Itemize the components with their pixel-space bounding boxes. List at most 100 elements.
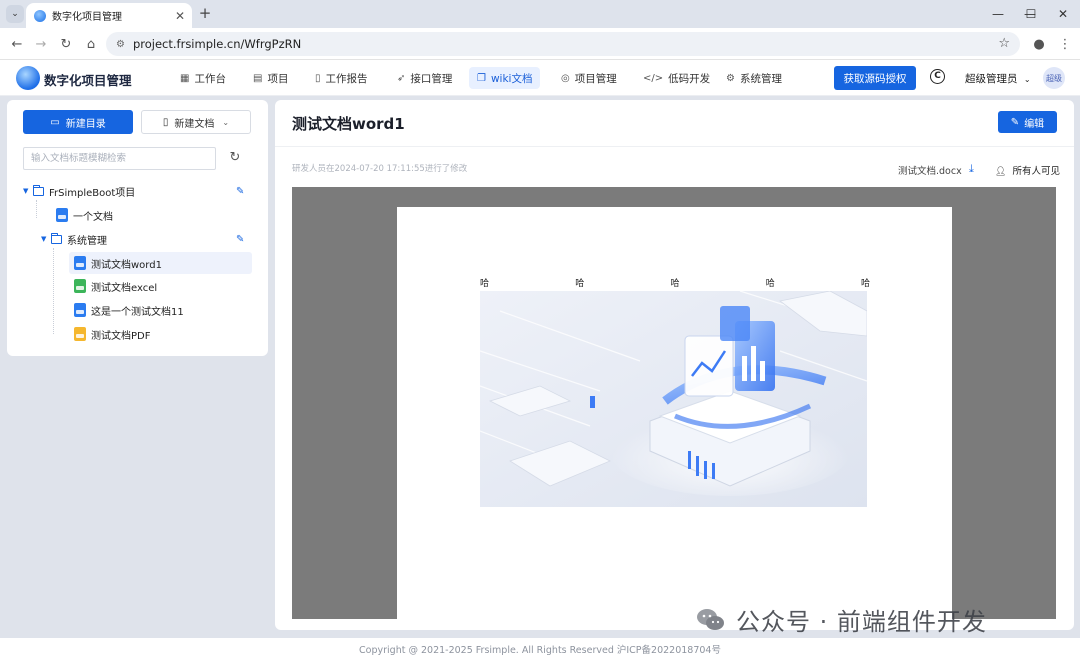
site-info-icon[interactable]: ⚙ bbox=[116, 39, 125, 50]
tree-node-label: 测试文档excel bbox=[91, 282, 158, 294]
forward-arrow-icon[interactable]: → bbox=[32, 35, 50, 53]
doc-tree-panel: ▭ 新建目录 ▯ 新建文档 ⌄ ↻ ▼ FrSimpleBoot项目 ✎ 一个文… bbox=[7, 100, 268, 356]
nav-label: 项目管理 bbox=[574, 72, 617, 85]
nav-label: 工作台 bbox=[194, 72, 226, 85]
pdf-file-icon bbox=[74, 327, 86, 341]
folder-icon bbox=[51, 232, 62, 244]
tree-node-label: 一个文档 bbox=[73, 211, 113, 223]
tree-node-word1[interactable]: 测试文档word1 bbox=[69, 252, 252, 274]
nav-label: 项目 bbox=[267, 72, 289, 85]
favicon-icon bbox=[34, 9, 46, 22]
new-document-label: 新建文档 bbox=[174, 118, 215, 130]
tree-node-label: 测试文档PDF bbox=[91, 330, 151, 342]
nav-api-management[interactable]: ➶ 接口管理 bbox=[389, 67, 460, 89]
wechat-icon bbox=[697, 608, 724, 630]
browser-tab[interactable]: 数字化项目管理 ✕ bbox=[26, 3, 192, 28]
nav-system-management[interactable]: ⚙ 系统管理 bbox=[718, 67, 790, 89]
tree-node-excel[interactable]: 测试文档excel bbox=[69, 275, 252, 297]
get-source-license-button[interactable]: 获取源码授权 bbox=[834, 66, 916, 90]
tree-node-doc11[interactable]: 这是一个测试文档11 bbox=[69, 299, 252, 321]
logo-icon bbox=[16, 66, 40, 90]
page-title: 测试文档word1 bbox=[292, 115, 405, 133]
doc-search-input[interactable] bbox=[23, 147, 216, 170]
user-menu[interactable]: 超级管理员 ⌄ bbox=[965, 71, 1031, 86]
new-directory-label: 新建目录 bbox=[65, 118, 106, 130]
edit-label: 编辑 bbox=[1024, 118, 1045, 130]
tree-node-label: 系统管理 bbox=[67, 235, 107, 247]
page-text: 哈 bbox=[670, 279, 680, 289]
new-directory-button[interactable]: ▭ 新建目录 bbox=[23, 110, 133, 134]
user-name: 超级管理员 bbox=[965, 73, 1018, 85]
nav-workbench[interactable]: ▦ 工作台 bbox=[172, 67, 234, 89]
url-omnibox[interactable]: ⚙ project.frsimple.cn/WfrgPzRN ☆ bbox=[106, 32, 1020, 56]
nav-projects[interactable]: ▤ 项目 bbox=[245, 67, 296, 89]
user-icon: 👤︎ bbox=[995, 167, 1007, 177]
window-close-icon[interactable]: ✕ bbox=[1048, 4, 1078, 24]
more-menu-icon[interactable]: ⋮ bbox=[1056, 35, 1074, 53]
document-viewer[interactable]: 哈 哈 哈 哈 哈 bbox=[292, 187, 1056, 627]
document-page: 哈 哈 哈 哈 哈 bbox=[397, 207, 952, 627]
tree-node-root[interactable]: ▼ FrSimpleBoot项目 bbox=[23, 180, 253, 202]
window-minimize-icon[interactable]: — bbox=[983, 4, 1013, 24]
nav-work-report[interactable]: ▯ 工作报告 bbox=[307, 67, 376, 89]
chevron-down-icon: ⌄ bbox=[222, 117, 230, 127]
window-maximize-icon[interactable]: ☐ bbox=[1016, 4, 1046, 24]
watermark-text: 公众号 · 前端组件开发 bbox=[736, 608, 987, 636]
back-arrow-icon[interactable]: ← bbox=[8, 35, 26, 53]
file-name-link[interactable]: 测试文档.docx bbox=[898, 163, 962, 177]
new-tab-icon[interactable]: + bbox=[197, 5, 213, 21]
bookmark-star-icon[interactable]: ☆ bbox=[998, 36, 1010, 51]
new-document-button[interactable]: ▯ 新建文档 ⌄ bbox=[141, 110, 251, 134]
edit-pencil-icon[interactable]: ✎ bbox=[236, 186, 246, 197]
edit-pencil-icon: ✎ bbox=[1010, 116, 1020, 128]
nav-label: 接口管理 bbox=[410, 72, 453, 85]
download-icon[interactable]: ⤓ bbox=[969, 162, 974, 176]
modified-meta: 研发人员在2024-07-20 17:11:55进行了修改 bbox=[292, 164, 468, 174]
code-icon: </> bbox=[643, 72, 664, 84]
home-icon[interactable]: ⌂ bbox=[82, 35, 100, 53]
gear-icon: ⚙ bbox=[726, 72, 735, 84]
copyright-icon[interactable]: C bbox=[930, 69, 945, 84]
page-text: 哈 bbox=[480, 279, 490, 289]
tree-node-pdf[interactable]: 测试文档PDF bbox=[69, 323, 252, 345]
edit-button[interactable]: ✎ 编辑 bbox=[998, 111, 1057, 133]
refresh-icon[interactable]: ↻ bbox=[227, 150, 243, 166]
tree-node-folder[interactable]: ▼ 系统管理 bbox=[41, 228, 253, 250]
tab-search-chevron-icon[interactable]: ⌄ bbox=[6, 5, 24, 23]
tree-guide bbox=[36, 200, 37, 218]
tree-node-label: 测试文档word1 bbox=[91, 259, 162, 271]
tab-title: 数字化项目管理 bbox=[52, 12, 122, 23]
brand-name: 数字化项目管理 bbox=[44, 73, 132, 88]
tab-close-icon[interactable]: ✕ bbox=[172, 9, 188, 23]
page-text-row: 哈 哈 哈 哈 哈 bbox=[480, 276, 870, 289]
caret-down-icon: ▼ bbox=[41, 235, 47, 243]
word-file-icon bbox=[74, 256, 86, 270]
page-text: 哈 bbox=[765, 279, 775, 289]
tree-guide bbox=[53, 248, 54, 334]
folder-icon: ▭ bbox=[50, 116, 60, 128]
nav-project-management[interactable]: ◎ 项目管理 bbox=[553, 67, 625, 89]
permission-label: 所有人可见 bbox=[1012, 166, 1060, 177]
permission-toggle[interactable]: 👤︎ 所有人可见 bbox=[995, 163, 1060, 177]
divider bbox=[275, 146, 1074, 147]
avatar[interactable]: 超级 bbox=[1043, 67, 1065, 89]
excel-file-icon bbox=[74, 279, 86, 293]
nav-lowcode[interactable]: </> 低码开发 bbox=[635, 67, 718, 89]
browser-tab-bar: ⌄ 数字化项目管理 ✕ + — bbox=[0, 0, 1080, 28]
nav-wiki-docs[interactable]: ❐ wiki文档 bbox=[469, 67, 541, 89]
address-bar: ← → ↻ ⌂ ⚙ project.frsimple.cn/WfrgPzRN ☆… bbox=[0, 28, 1080, 60]
copy-icon: ❐ bbox=[477, 72, 486, 84]
profile-icon[interactable]: ● bbox=[1030, 35, 1048, 53]
embedded-illustration bbox=[480, 291, 867, 507]
rocket-icon: ➶ bbox=[397, 72, 406, 84]
page-text: 哈 bbox=[575, 279, 585, 289]
caret-down-icon: ▼ bbox=[23, 187, 29, 195]
edit-pencil-icon[interactable]: ✎ bbox=[236, 234, 246, 245]
word-file-icon bbox=[56, 208, 68, 222]
footer: Copyright @ 2021-2025 Frsimple. All Righ… bbox=[0, 638, 1080, 663]
document-panel: 测试文档word1 ✎ 编辑 研发人员在2024-07-20 17:11:55进… bbox=[275, 100, 1074, 630]
tree-node-doc[interactable]: 一个文档 bbox=[56, 204, 246, 226]
word-file-icon bbox=[74, 303, 86, 317]
reload-icon[interactable]: ↻ bbox=[57, 35, 75, 53]
nav-label: 工作报告 bbox=[325, 72, 368, 85]
